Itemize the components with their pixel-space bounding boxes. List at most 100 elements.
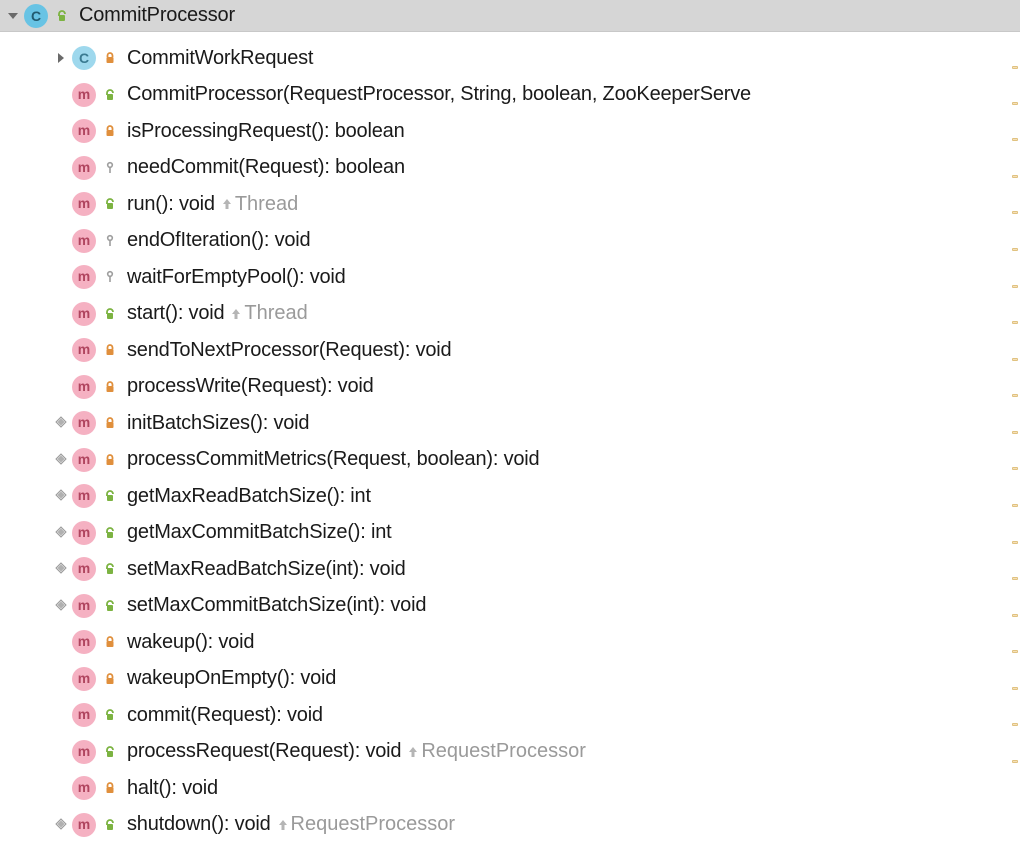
member-label: setMaxReadBatchSize(int): void — [127, 558, 406, 581]
member-row[interactable]: m processCommitMetrics(Request, boolean):… — [0, 442, 1020, 479]
structure-header: C CommitProcessor — [0, 0, 1020, 32]
inherit-class: Thread — [244, 302, 307, 325]
visibility-private-icon — [99, 449, 121, 471]
gutter-marker-icon — [54, 452, 68, 466]
member-row[interactable]: m getMaxReadBatchSize(): int — [0, 478, 1020, 515]
member-row[interactable]: mwakeup(): void — [0, 624, 1020, 661]
member-row[interactable]: m getMaxCommitBatchSize(): int — [0, 515, 1020, 552]
visibility-public-icon — [99, 814, 121, 836]
method-icon: m — [72, 338, 96, 362]
inherit-indicator: Thread — [221, 193, 298, 216]
member-label: commit(Request): void — [127, 704, 323, 727]
member-label: run(): void — [127, 193, 215, 216]
gutter-marker-icon — [54, 415, 68, 429]
visibility-private-icon — [99, 631, 121, 653]
method-icon: m — [72, 375, 96, 399]
expand-toggle[interactable] — [52, 49, 70, 67]
visibility-package-icon — [99, 266, 121, 288]
member-label: start(): void — [127, 302, 224, 325]
member-label: setMaxCommitBatchSize(int): void — [127, 594, 426, 617]
member-row[interactable]: m run(): void Thread — [0, 186, 1020, 223]
member-label: sendToNextProcessor(Request): void — [127, 339, 451, 362]
expand-toggle[interactable] — [4, 7, 22, 25]
member-row[interactable]: m setMaxCommitBatchSize(int): void — [0, 588, 1020, 625]
member-row[interactable]: mprocessRequest(Request): voidRequestPro… — [0, 734, 1020, 771]
method-icon: m — [72, 594, 96, 618]
member-label: processRequest(Request): void — [127, 740, 401, 763]
member-label: CommitProcessor(RequestProcessor, String… — [127, 83, 751, 106]
visibility-public-icon — [99, 193, 121, 215]
member-row[interactable]: CCommitWorkRequest — [0, 40, 1020, 77]
method-icon: m — [72, 156, 96, 180]
visibility-public-icon — [99, 84, 121, 106]
member-row[interactable]: m isProcessingRequest(): boolean — [0, 113, 1020, 150]
member-row[interactable]: m wakeupOnEmpty(): void — [0, 661, 1020, 698]
member-row[interactable]: m waitForEmptyPool(): void — [0, 259, 1020, 296]
member-row[interactable]: m setMaxReadBatchSize(int): void — [0, 551, 1020, 588]
visibility-private-icon — [99, 412, 121, 434]
inherit-class: RequestProcessor — [291, 813, 456, 836]
visibility-private-icon — [99, 668, 121, 690]
visibility-private-icon — [99, 120, 121, 142]
member-label: getMaxReadBatchSize(): int — [127, 485, 371, 508]
member-label: needCommit(Request): boolean — [127, 156, 405, 179]
visibility-private-icon — [99, 376, 121, 398]
member-row[interactable]: m initBatchSizes(): void — [0, 405, 1020, 442]
method-icon: m — [72, 265, 96, 289]
member-label: initBatchSizes(): void — [127, 412, 309, 435]
visibility-public-icon — [99, 522, 121, 544]
gutter-marker-icon — [54, 525, 68, 539]
method-icon: m — [72, 119, 96, 143]
member-label: halt(): void — [127, 777, 218, 800]
method-icon: m — [72, 302, 96, 326]
visibility-public-icon — [99, 704, 121, 726]
member-label: processCommitMetrics(Request, boolean): … — [127, 448, 539, 471]
gutter-marker-icon — [54, 561, 68, 575]
method-icon: m — [72, 557, 96, 581]
visibility-public-icon — [99, 485, 121, 507]
member-row[interactable]: m processWrite(Request): void — [0, 369, 1020, 406]
member-label: isProcessingRequest(): boolean — [127, 120, 405, 143]
member-row[interactable]: m endOfIteration(): void — [0, 223, 1020, 260]
visibility-private-icon — [99, 339, 121, 361]
class-name: CommitProcessor — [79, 4, 235, 27]
inherit-class: RequestProcessor — [421, 740, 586, 763]
method-icon: m — [72, 776, 96, 800]
member-row[interactable]: m CommitProcessor(RequestProcessor, Strin… — [0, 77, 1020, 114]
method-icon: m — [72, 411, 96, 435]
member-label: shutdown(): void — [127, 813, 271, 836]
gutter-marker-icon — [54, 598, 68, 612]
method-icon: m — [72, 448, 96, 472]
member-row[interactable]: m shutdown(): void RequestProcessor — [0, 807, 1020, 844]
visibility-private-icon — [99, 777, 121, 799]
gutter-marker-icon — [54, 817, 68, 831]
gutter-marker-icon — [54, 488, 68, 502]
member-row[interactable]: m halt(): void — [0, 770, 1020, 807]
member-label: processWrite(Request): void — [127, 375, 374, 398]
member-row[interactable]: m needCommit(Request): boolean — [0, 150, 1020, 187]
inherit-indicator: RequestProcessor — [407, 740, 586, 763]
inherit-indicator: Thread — [230, 302, 307, 325]
method-icon: m — [72, 667, 96, 691]
visibility-public-icon — [99, 303, 121, 325]
method-icon: m — [72, 83, 96, 107]
method-icon: m — [72, 813, 96, 837]
method-icon: m — [72, 521, 96, 545]
visibility-package-icon — [99, 230, 121, 252]
inherit-class: Thread — [235, 193, 298, 216]
visibility-private-icon — [99, 47, 121, 69]
method-icon: m — [72, 484, 96, 508]
member-row[interactable]: mcommit(Request): void — [0, 697, 1020, 734]
structure-tree: CCommitWorkRequest m CommitProcessor(Reque… — [0, 32, 1020, 843]
member-label: waitForEmptyPool(): void — [127, 266, 346, 289]
member-label: CommitWorkRequest — [127, 47, 313, 70]
member-label: wakeupOnEmpty(): void — [127, 667, 336, 690]
member-label: endOfIteration(): void — [127, 229, 310, 252]
member-label: getMaxCommitBatchSize(): int — [127, 521, 391, 544]
member-row[interactable]: m sendToNextProcessor(Request): void — [0, 332, 1020, 369]
method-icon: m — [72, 229, 96, 253]
member-row[interactable]: m start(): void Thread — [0, 296, 1020, 333]
visibility-package-icon — [99, 157, 121, 179]
visibility-public-icon — [99, 558, 121, 580]
method-icon: m — [72, 192, 96, 216]
